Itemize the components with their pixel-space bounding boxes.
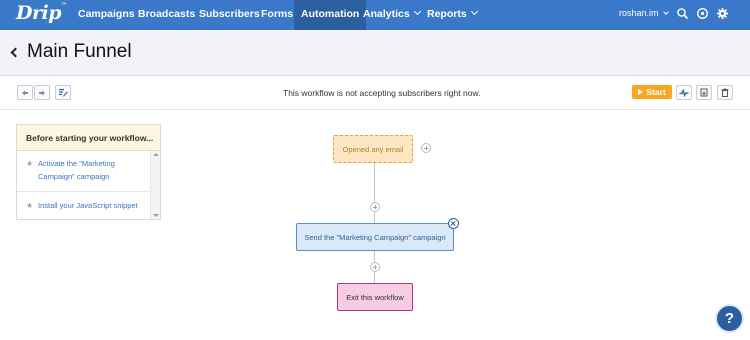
exit-node[interactable]: Exit this workflow bbox=[337, 283, 413, 311]
nav-campaigns[interactable]: Campaigns bbox=[78, 0, 135, 30]
help-button[interactable]: ? bbox=[715, 304, 744, 333]
add-step-icon[interactable] bbox=[370, 202, 380, 212]
redo-icon bbox=[39, 90, 45, 95]
checklist-scrollbar[interactable] bbox=[150, 151, 160, 219]
page-title: Main Funnel bbox=[27, 41, 132, 62]
checklist-panel: Before starting your workflow... ★ Activ… bbox=[16, 124, 161, 220]
undo-button[interactable] bbox=[17, 85, 33, 100]
trash-icon bbox=[721, 88, 729, 97]
pulse-icon bbox=[679, 88, 689, 97]
workflow-status: This workflow is not accepting subscribe… bbox=[283, 88, 481, 98]
workflow-connector bbox=[374, 163, 375, 223]
nav-reports[interactable]: Reports bbox=[427, 0, 478, 30]
nav-automation[interactable]: Automation bbox=[294, 0, 367, 30]
back-chevron-icon[interactable] bbox=[10, 47, 21, 58]
chevron-down-icon bbox=[413, 7, 421, 16]
delete-button[interactable] bbox=[717, 85, 733, 100]
play-icon bbox=[638, 89, 644, 95]
nav-broadcasts[interactable]: Broadcasts bbox=[138, 0, 195, 30]
export-icon bbox=[700, 88, 708, 97]
chevron-down-icon bbox=[470, 7, 478, 16]
gear-icon[interactable] bbox=[716, 7, 729, 20]
top-nav: Drip™ Campaigns Broadcasts Subscribers F… bbox=[0, 0, 750, 30]
nav-forms[interactable]: Forms bbox=[261, 0, 293, 30]
redo-button[interactable] bbox=[34, 85, 50, 100]
scroll-down-icon[interactable] bbox=[153, 214, 159, 217]
checklist-list: ★ Activate the "Marketing Campaign" camp… bbox=[17, 151, 151, 219]
checklist-heading: Before starting your workflow... bbox=[17, 125, 160, 151]
user-menu[interactable]: roshan.im bbox=[619, 0, 669, 26]
start-button[interactable]: Start bbox=[632, 85, 672, 99]
add-step-icon[interactable] bbox=[370, 262, 380, 272]
checklist-item[interactable]: ★ Install your JavaScript snippet bbox=[17, 192, 151, 212]
scroll-up-icon[interactable] bbox=[153, 153, 159, 156]
nav-subscribers[interactable]: Subscribers bbox=[199, 0, 260, 30]
drip-logo[interactable]: Drip™ bbox=[16, 2, 67, 24]
search-icon[interactable] bbox=[676, 7, 689, 20]
trigger-node[interactable]: Opened any email bbox=[333, 135, 413, 163]
star-icon: ★ bbox=[26, 159, 34, 168]
edit-notes-icon bbox=[59, 89, 68, 97]
chevron-down-icon bbox=[662, 9, 669, 15]
export-button[interactable] bbox=[696, 85, 712, 100]
star-icon: ★ bbox=[26, 201, 34, 210]
activity-button[interactable] bbox=[676, 85, 692, 100]
edit-notes-button[interactable] bbox=[55, 85, 71, 100]
action-node[interactable]: Send the "Marketing Campaign" campaign bbox=[296, 223, 454, 251]
help-circle-icon[interactable] bbox=[696, 7, 709, 20]
remove-step-icon[interactable] bbox=[448, 218, 459, 229]
undo-icon bbox=[22, 90, 28, 95]
page-header: Main Funnel bbox=[0, 30, 750, 76]
checklist-item[interactable]: ★ Activate the "Marketing Campaign" camp… bbox=[17, 151, 151, 192]
add-trigger-icon[interactable] bbox=[421, 143, 431, 153]
nav-analytics[interactable]: Analytics bbox=[363, 0, 421, 30]
